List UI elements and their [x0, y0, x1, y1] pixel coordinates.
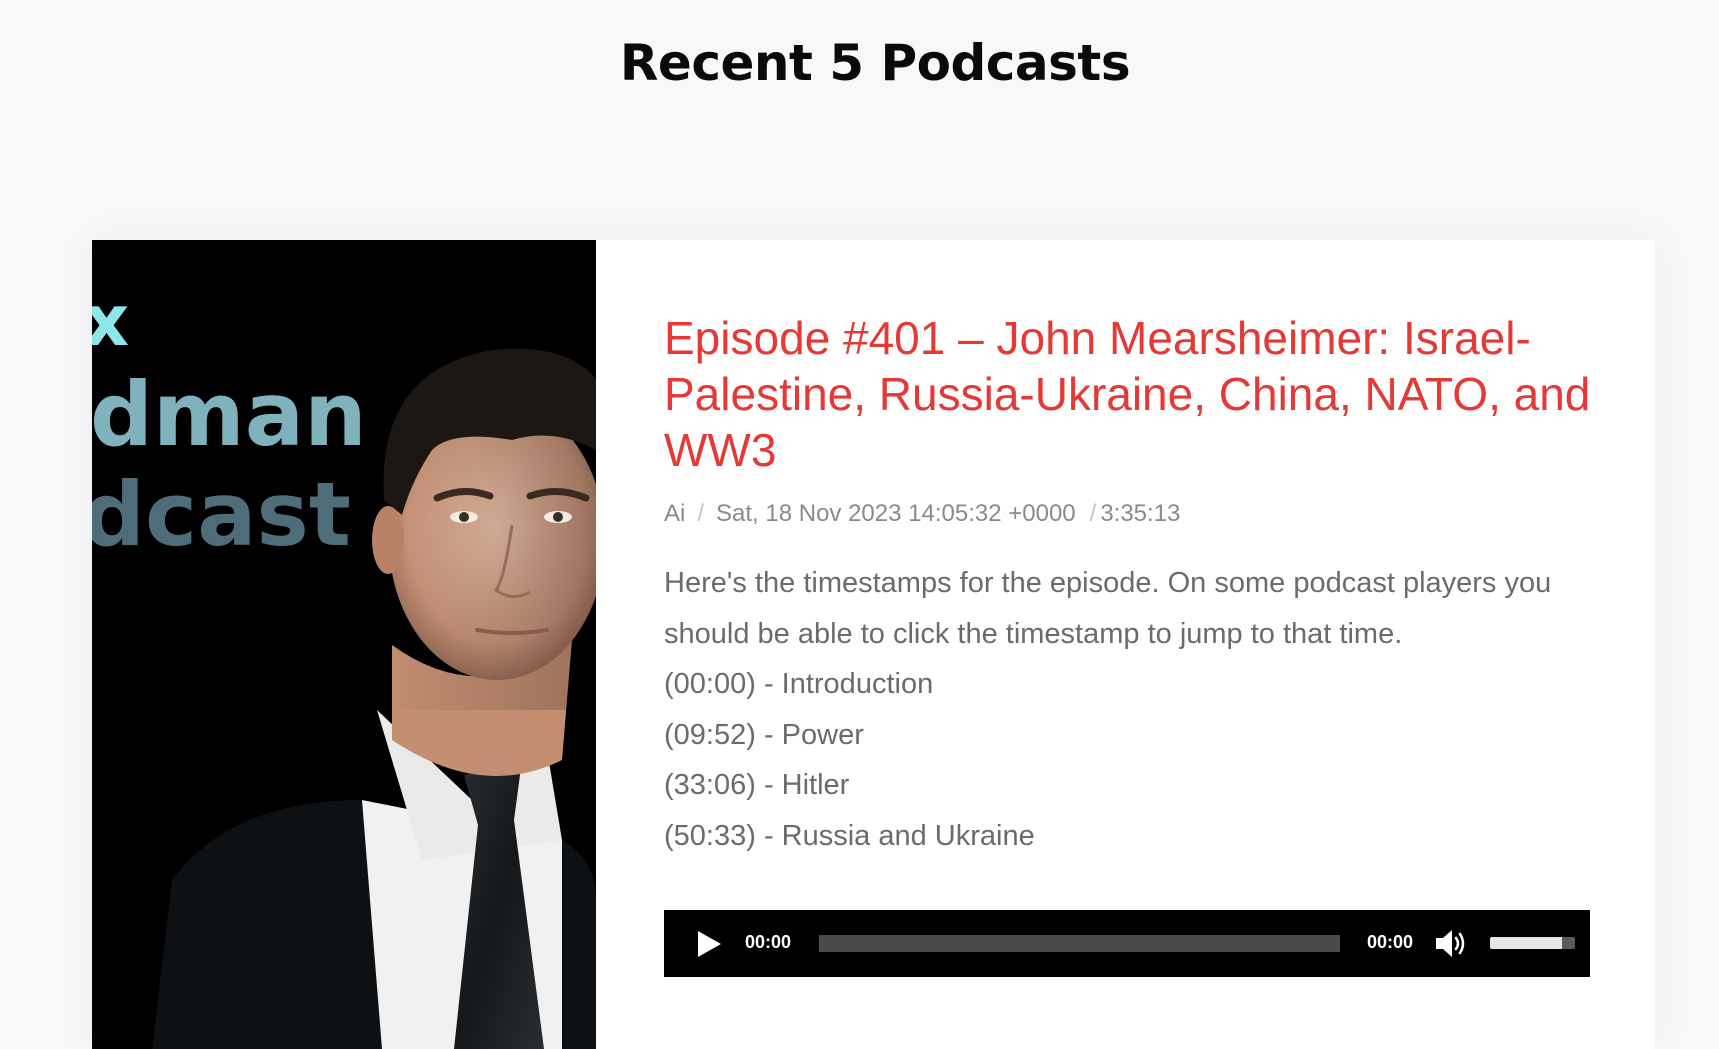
episode-title-link[interactable]: Episode #401 – John Mearsheimer: Israel-…: [664, 310, 1594, 478]
cover-logo-line-3: dcast: [92, 463, 351, 566]
timestamp-line: (00:00) - Introduction: [664, 668, 934, 700]
episode-content: Episode #401 – John Mearsheimer: Israel-…: [664, 310, 1594, 861]
audio-player: 00:00 00:00: [664, 910, 1590, 977]
play-icon: [698, 931, 721, 957]
podcast-card: x dman dcast Episode #401 – John Mearshe…: [92, 240, 1655, 1049]
cover-logo-line-1: x: [92, 280, 129, 362]
current-time: 00:00: [745, 932, 792, 952]
episode-meta: Ai / Sat, 18 Nov 2023 14:05:32 +0000/3:35:…: [664, 500, 1594, 528]
timestamp-line: (09:52) - Power: [664, 718, 864, 751]
podcast-cover-image[interactable]: x dman dcast: [92, 240, 596, 1049]
episode-author[interactable]: Ai: [664, 500, 685, 527]
cover-logo-line-2: dman: [92, 363, 367, 466]
cover-artwork: x dman dcast: [92, 240, 596, 1049]
section-title: Recent 5 Podcasts: [619, 34, 1131, 92]
volume-level: [1490, 937, 1563, 949]
episode-duration: 3:35:13: [1100, 500, 1181, 527]
episode-date: Sat, 18 Nov 2023 14:05:32 +0000: [716, 500, 1076, 527]
mute-button[interactable]: [1435, 928, 1469, 959]
episode-description: Here's the timestamps for the episode. O…: [664, 558, 1594, 861]
meta-separator: /: [1089, 500, 1097, 527]
timestamp-line: (33:06) - Hitler: [664, 769, 850, 801]
volume-slider[interactable]: [1490, 937, 1575, 949]
description-intro: Here's the timestamps for the episode. O…: [664, 567, 1552, 650]
timestamp-line: (50:33) - Russia and Ukraine: [664, 819, 1035, 852]
total-time: 00:00: [1367, 932, 1414, 952]
progress-bar[interactable]: [819, 935, 1340, 952]
play-button[interactable]: [696, 930, 722, 958]
meta-separator: /: [697, 500, 705, 527]
speaker-volume-icon: [1436, 930, 1465, 957]
